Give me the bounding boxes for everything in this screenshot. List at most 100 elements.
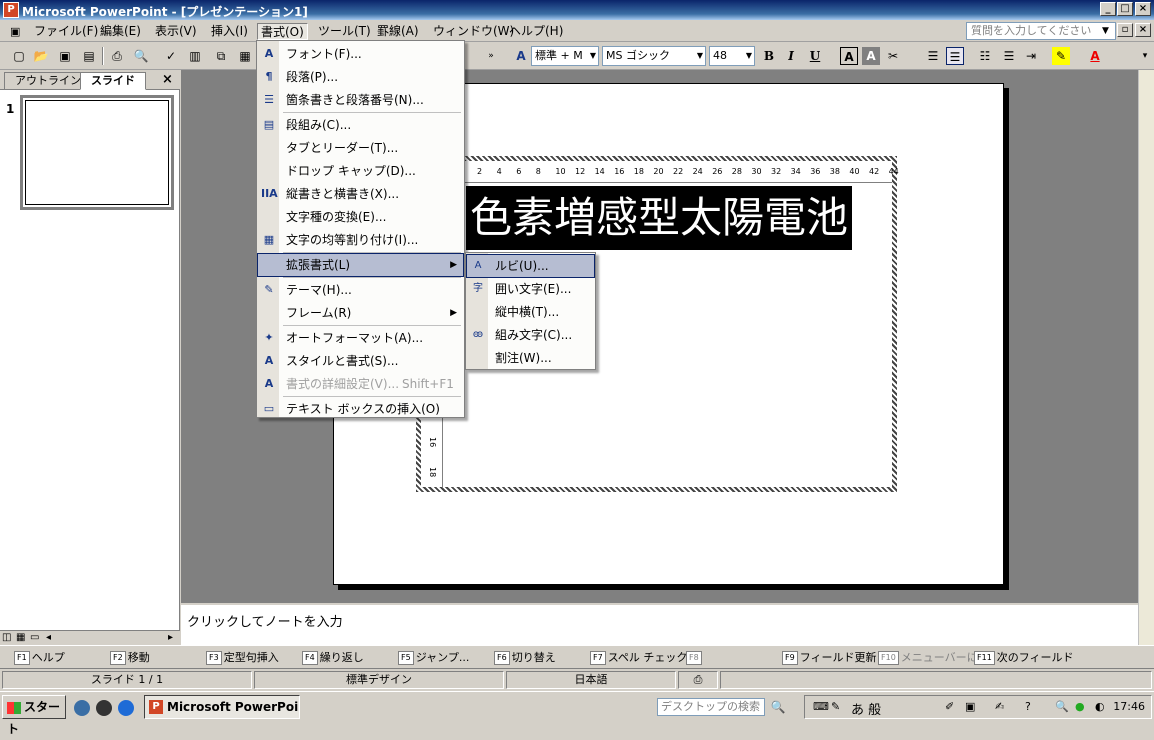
new-icon[interactable]: ▢ <box>10 47 28 65</box>
slideshow-icon[interactable]: ▭ <box>30 632 39 643</box>
sorter-view-icon[interactable]: ▦ <box>16 632 25 643</box>
format-menu-item[interactable]: ✎ テーマ(H)... <box>258 279 463 301</box>
fkey-f6[interactable]: F6 切り替え <box>494 650 556 666</box>
chevron-down-icon[interactable]: ▼ <box>1102 26 1109 36</box>
format-menu-item[interactable]: 文字種の変換(E)... <box>258 206 463 228</box>
fkey-f4[interactable]: F4 繰り返し <box>302 650 364 666</box>
menu-window[interactable]: ウィンドウ(W) <box>430 23 517 40</box>
fkey-f5[interactable]: F5 ジャンプ... <box>398 650 469 666</box>
save-icon[interactable]: ▣ <box>56 47 74 65</box>
format-menu-item[interactable]: A フォント(F)... <box>258 43 463 65</box>
slide-thumbnail[interactable] <box>20 95 174 210</box>
submenu-item[interactable]: ꙭ 組み文字(C)... <box>467 324 594 346</box>
format-menu-item[interactable]: ✦ オートフォーマット(A)... <box>258 327 463 349</box>
search-icon[interactable]: 🔍 <box>1055 700 1069 713</box>
clock[interactable]: 17:46 <box>1113 700 1145 713</box>
menu-file[interactable]: ファイル(F) <box>31 23 101 40</box>
format-menu-item[interactable]: ドロップ キャップ(D)... <box>258 160 463 182</box>
format-menu-item[interactable]: 拡張書式(L) ▶ <box>257 253 464 277</box>
font-color-button[interactable]: A <box>1086 47 1104 65</box>
minimize-button[interactable]: _ <box>1100 2 1116 16</box>
print-icon[interactable]: ⎙ <box>108 47 126 65</box>
font-size-select[interactable]: 48 ▼ <box>709 46 755 66</box>
doc-close-button[interactable]: × <box>1135 23 1151 37</box>
bullets-icon[interactable]: ☰ <box>1000 47 1018 65</box>
highlight-icon[interactable]: ✎ <box>1052 47 1070 65</box>
spelling-icon[interactable]: ✓ <box>162 47 180 65</box>
close-icon[interactable]: × <box>162 72 173 87</box>
format-menu-item[interactable]: ☰ 箇条書きと段落番号(N)... <box>258 89 463 111</box>
underline-button[interactable]: U <box>806 47 824 65</box>
format-menu-item[interactable]: ¶ 段落(P)... <box>258 66 463 88</box>
menu-help[interactable]: ヘルプ(H) <box>506 23 566 40</box>
vertical-scrollbar[interactable] <box>1138 70 1154 603</box>
spellcheck-status-icon[interactable]: ⎙ <box>678 671 718 689</box>
ime-mode[interactable]: あ 般 <box>851 699 881 718</box>
ime-tool-icon[interactable]: ✐ <box>945 700 954 713</box>
format-menu-item[interactable]: IIA 縦書きと横書き(X)... <box>258 183 463 205</box>
open-icon[interactable]: 📂 <box>32 47 50 65</box>
format-menu-item[interactable]: ▭ テキスト ボックスの挿入(O) <box>258 398 463 420</box>
char-shading-icon[interactable]: A <box>862 47 880 65</box>
paste-icon[interactable]: ▦ <box>236 47 254 65</box>
align-left-icon[interactable]: ☰ <box>924 47 942 65</box>
tab-slides[interactable]: スライド <box>80 72 146 90</box>
doc-restore-button[interactable]: ▫ <box>1117 23 1133 37</box>
format-menu-item[interactable]: タブとリーダー(T)... <box>258 137 463 159</box>
submenu-item[interactable]: 字 囲い文字(E)... <box>467 278 594 300</box>
taskbar-powerpoint[interactable]: Microsoft PowerPoi... <box>144 695 300 719</box>
scroll-left-icon[interactable]: ◂ <box>46 632 51 643</box>
format-menu-item[interactable]: ▦ 文字の均等割り付け(I)... <box>258 229 463 251</box>
keyboard-icon[interactable]: ⌨ <box>813 700 829 713</box>
char-border-icon[interactable]: A <box>840 47 858 65</box>
toolbar-options-icon[interactable]: ▾ <box>1140 47 1150 65</box>
menu-edit[interactable]: 編集(E) <box>97 23 144 40</box>
ime-icon[interactable]: ✎ <box>831 700 840 713</box>
fkey-f11[interactable]: F11 次のフィールド <box>974 650 1074 666</box>
start-button[interactable]: スタート <box>2 695 66 736</box>
format-menu-item[interactable]: ▤ 段組み(C)... <box>258 114 463 136</box>
italic-button[interactable]: I <box>782 47 800 65</box>
numbering-icon[interactable]: ☷ <box>976 47 994 65</box>
bold-button[interactable]: B <box>760 47 778 65</box>
menu-format[interactable]: 書式(O) <box>257 23 308 40</box>
search-icon[interactable]: 🔍 <box>767 697 789 717</box>
fkey-f1[interactable]: F1 ヘルプ <box>14 650 65 666</box>
help-icon[interactable]: ? <box>1025 700 1031 713</box>
indent-icon[interactable]: ⇥ <box>1022 47 1040 65</box>
fkey-f3[interactable]: F3 定型句挿入 <box>206 650 279 666</box>
desktop-search-input[interactable]: デスクトップの検索 <box>657 698 765 716</box>
permission-icon[interactable]: ▤ <box>80 47 98 65</box>
security-icon[interactable]: ◐ <box>1095 700 1105 713</box>
ime-pad-icon[interactable]: ▣ <box>965 700 975 713</box>
style-select[interactable]: 標準 + M ▼ <box>531 46 599 66</box>
close-button[interactable]: × <box>1135 2 1151 16</box>
font-select[interactable]: MS ゴシック ▼ <box>602 46 706 66</box>
network-icon[interactable]: ● <box>1075 700 1085 713</box>
menu-table[interactable]: 罫線(A) <box>374 23 422 40</box>
submenu-item[interactable]: 割注(W)... <box>467 347 594 369</box>
normal-view-icon[interactable]: ◫ <box>2 632 11 643</box>
fkey-f9[interactable]: F9 フィールド更新 <box>782 650 876 666</box>
copy-icon[interactable]: ⧉ <box>212 47 230 65</box>
help-search-input[interactable]: 質問を入力してください <box>966 22 1116 40</box>
menu-tools[interactable]: ツール(T) <box>315 23 374 40</box>
research-icon[interactable]: ▥ <box>186 47 204 65</box>
format-menu-item[interactable]: A スタイルと書式(S)... <box>258 350 463 372</box>
browser-icon[interactable] <box>74 700 90 716</box>
submenu-item[interactable]: 縦中横(T)... <box>467 301 594 323</box>
fkey-f7[interactable]: F7 スペル チェック... <box>590 650 698 666</box>
scroll-right-icon[interactable]: ▸ <box>168 632 173 643</box>
menu-insert[interactable]: 挿入(I) <box>208 23 251 40</box>
format-menu-item[interactable]: フレーム(R) ▶ <box>258 302 463 324</box>
slide-title-text[interactable]: 色素増感型太陽電池 <box>466 186 853 250</box>
notes-pane[interactable]: クリックしてノートを入力 <box>181 603 1138 645</box>
ie-icon[interactable] <box>118 700 134 716</box>
toolbar-overflow-icon[interactable]: » <box>486 47 496 65</box>
notes-scrollbar[interactable] <box>1138 603 1154 645</box>
handwriting-icon[interactable]: ✍ <box>995 700 1004 713</box>
doc-icon[interactable]: ▣ <box>8 23 22 40</box>
maximize-button[interactable]: □ <box>1117 2 1133 16</box>
char-scale-icon[interactable]: ✂ <box>884 47 902 65</box>
align-center-icon[interactable]: ☰ <box>946 47 964 65</box>
